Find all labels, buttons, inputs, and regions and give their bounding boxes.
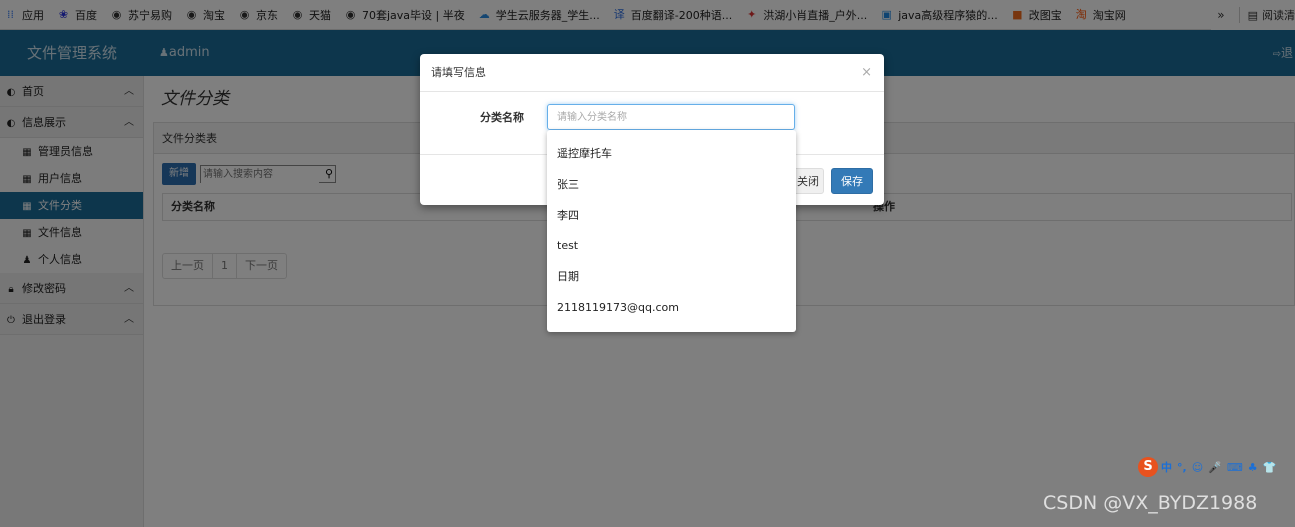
ime-skin-icon[interactable]: 👕: [1263, 461, 1277, 474]
autocomplete-item[interactable]: test: [547, 230, 796, 261]
ime-emoji-icon[interactable]: ☺: [1192, 461, 1203, 474]
ime-toolbar: S 中 °, ☺ 🎤 ⌨ ♣ 👕: [1138, 456, 1281, 478]
modal-title: 请填写信息: [431, 66, 486, 79]
save-button[interactable]: 保存: [831, 168, 873, 194]
ime-chinese-mode[interactable]: 中: [1161, 459, 1172, 475]
close-button[interactable]: 关闭: [792, 168, 824, 194]
ime-voice-icon[interactable]: 🎤: [1208, 461, 1222, 474]
sogou-logo-icon[interactable]: S: [1138, 457, 1158, 477]
watermark: CSDN @VX_BYDZ1988: [1043, 492, 1258, 514]
category-name-label: 分类名称: [480, 111, 524, 124]
ime-tools-icon[interactable]: ♣: [1248, 461, 1258, 474]
autocomplete-item[interactable]: 日期: [547, 261, 796, 292]
autocomplete-item[interactable]: 李四: [547, 200, 796, 231]
ime-punctuation-icon[interactable]: °,: [1177, 461, 1187, 474]
close-icon[interactable]: ×: [861, 54, 872, 92]
modal-header: 请填写信息 ×: [420, 54, 884, 92]
category-name-input[interactable]: [547, 104, 795, 130]
autocomplete-item[interactable]: 遥控摩托车: [547, 138, 796, 169]
autocomplete-dropdown: 遥控摩托车 张三 李四 test 日期 2118119173@qq.com: [547, 130, 796, 332]
ime-keyboard-icon[interactable]: ⌨: [1227, 461, 1243, 474]
autocomplete-item[interactable]: 2118119173@qq.com: [547, 292, 796, 323]
autocomplete-item[interactable]: 张三: [547, 169, 796, 200]
